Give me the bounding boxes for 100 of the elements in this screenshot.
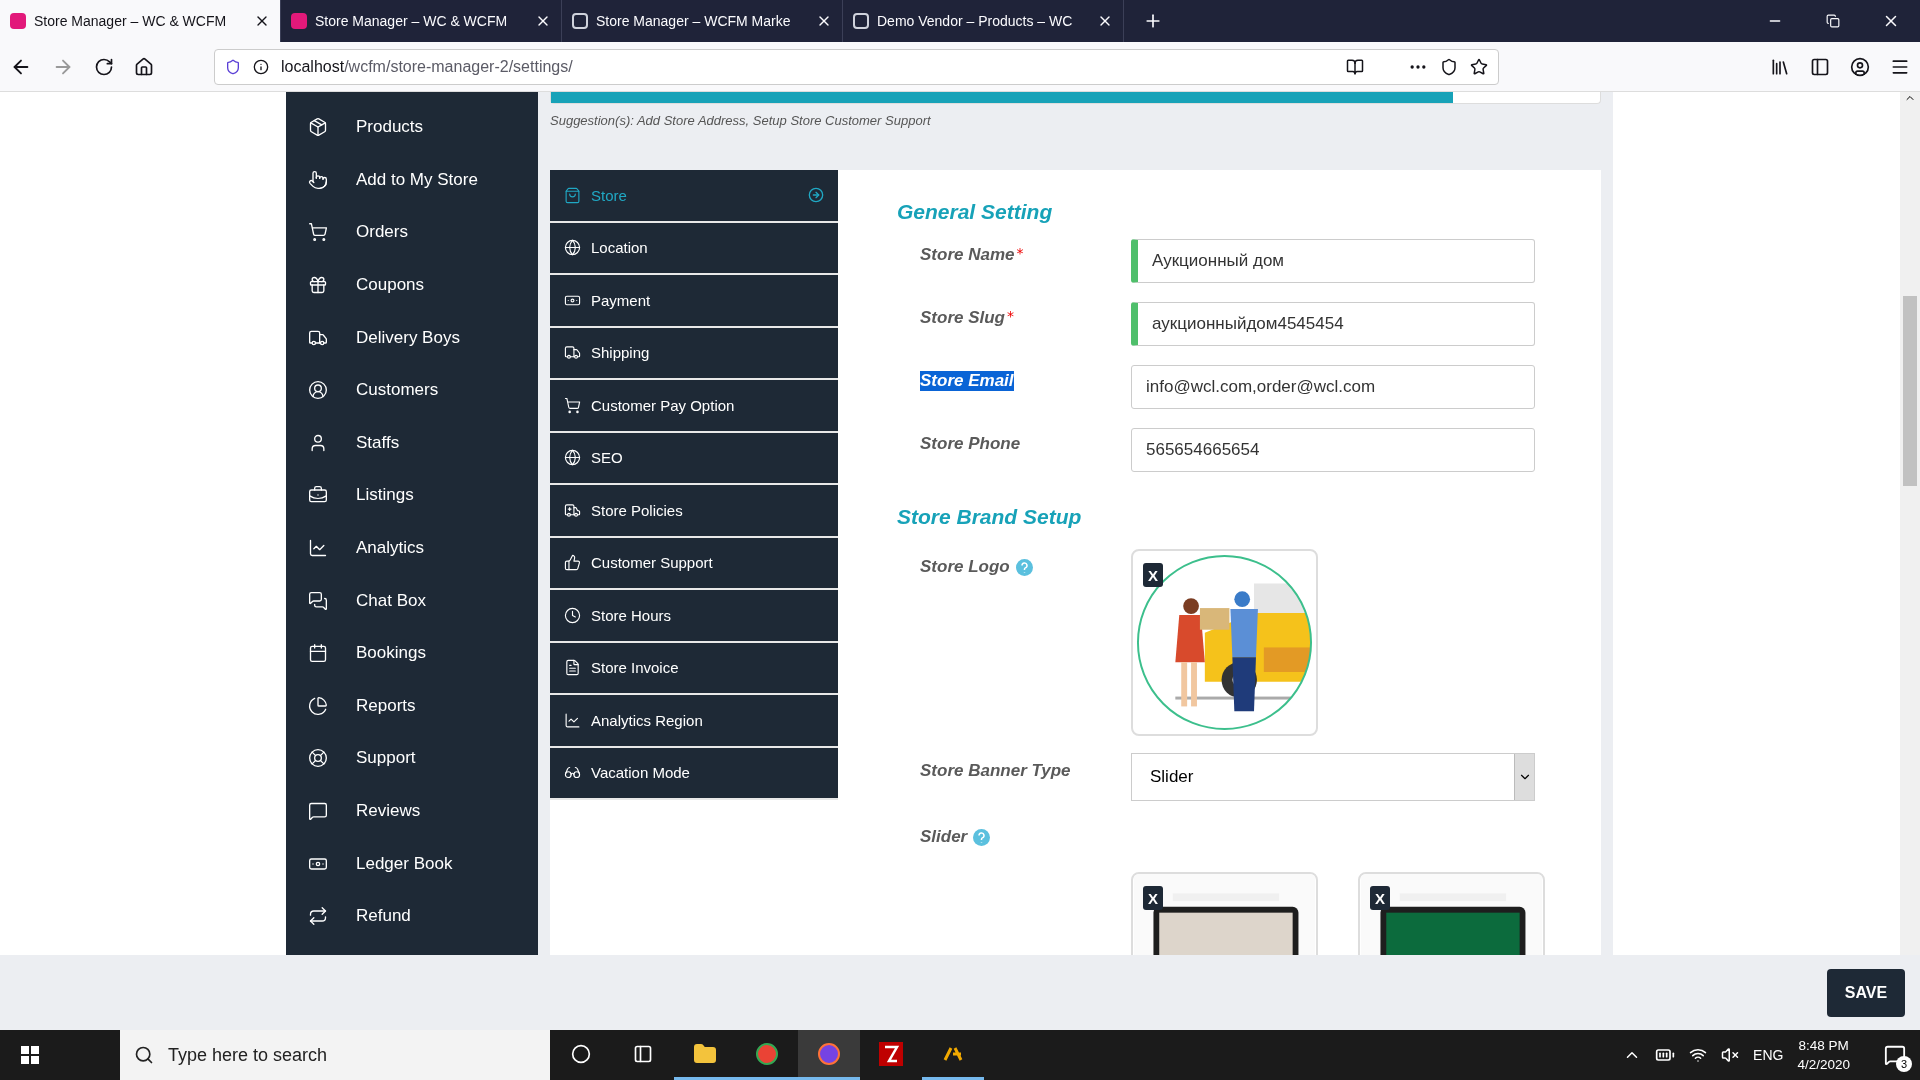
taskbar-search-field[interactable]: Type here to search (120, 1030, 550, 1080)
settings-menu-item[interactable]: SEO (550, 432, 838, 485)
folder-icon[interactable] (693, 1041, 717, 1066)
sidebar-item[interactable]: Support (286, 732, 538, 785)
bag-icon (564, 186, 581, 204)
text-field[interactable]: info@wcl.com,order@wcl.com (1131, 365, 1535, 409)
sidebar-item[interactable]: Ledger Book (286, 837, 538, 890)
scrollbar[interactable] (1900, 92, 1920, 955)
suggestion-text: Suggestion(s): Add Store Address, Setup Store Customer Support (550, 113, 932, 128)
address-bar[interactable]: localhost/wcfm/store-manager-2/settings/ (214, 48, 1499, 85)
sidebar-item[interactable]: Reports (286, 679, 538, 733)
sidebar-item[interactable]: Reviews (286, 784, 538, 838)
required-mark: * (1016, 245, 1024, 261)
task-view-icon[interactable] (633, 1043, 653, 1064)
sidebar-item[interactable]: Customers (286, 363, 538, 417)
remove-button[interactable]: X (1143, 886, 1163, 910)
settings-menu-item[interactable]: Customer Support (550, 537, 838, 590)
sidebar-item[interactable]: Delivery Boys (286, 311, 538, 364)
line-chart-icon (308, 538, 328, 559)
sidebar-item[interactable]: Products (286, 101, 538, 154)
comment-icon (308, 801, 328, 821)
settings-menu-item[interactable]: Store (550, 170, 838, 223)
settings-menu-item[interactable]: Location (550, 222, 838, 275)
user-circle-icon (308, 380, 328, 401)
sidebar-item[interactable]: Coupons (286, 258, 538, 312)
browser-tab[interactable]: Store Manager – WC & WCFM (0, 0, 281, 42)
line-chart-icon (564, 711, 581, 729)
field-label: Store Name (920, 245, 1015, 265)
globe-icon (564, 449, 581, 467)
site-logo-icon (291, 13, 307, 29)
text-field[interactable]: 565654665654 (1131, 428, 1535, 472)
logo-frame[interactable]: X (1131, 549, 1318, 736)
lifebuoy-icon (308, 748, 328, 769)
chat-icon (308, 590, 328, 611)
reload-icon[interactable] (94, 56, 114, 77)
info-icon[interactable] (253, 58, 269, 75)
cart-icon (308, 222, 328, 243)
clock-icon (564, 606, 581, 624)
clock[interactable]: 8:48 PM 4/2/2020 (1797, 1038, 1850, 1072)
sidebar-item[interactable]: Add to My Store (286, 153, 538, 207)
settings-menu-item[interactable]: Payment (550, 275, 838, 328)
reader-icon[interactable] (1346, 57, 1364, 76)
hand-pointer-icon (308, 169, 328, 190)
truck-icon (564, 344, 581, 362)
thumbs-up-icon (564, 554, 581, 572)
section-heading: Store Brand Setup (897, 505, 1083, 529)
page-icon (853, 13, 869, 29)
remove-button[interactable]: X (1370, 886, 1390, 910)
field-label: Store Banner Type (920, 761, 1071, 781)
settings-menu-item[interactable]: Store Policies (550, 485, 838, 538)
wifi-icon[interactable] (1689, 1046, 1708, 1064)
sidebar-item[interactable]: Refund (286, 889, 538, 943)
field-label: Store Slug (920, 308, 1005, 328)
ambulance-icon (564, 501, 581, 519)
mute-icon[interactable] (1721, 1046, 1740, 1064)
banner-type-select[interactable]: Slider (1131, 753, 1535, 801)
sidebar-item[interactable]: Chat Box (286, 574, 538, 627)
document-icon (564, 659, 581, 677)
pie-chart-icon (308, 695, 328, 716)
site-logo-icon (10, 13, 26, 29)
search-icon (134, 1045, 154, 1065)
settings-menu-item[interactable]: Store Invoice (550, 642, 838, 695)
home-icon[interactable] (134, 56, 154, 77)
scrollbar-thumb[interactable] (1903, 296, 1917, 486)
sidebar-icon[interactable] (1810, 56, 1830, 77)
globe-icon (564, 239, 581, 257)
text-field[interactable]: аукционныйдом4545454 (1131, 302, 1535, 346)
sidebar-item[interactable]: Orders (286, 206, 538, 259)
star-icon[interactable] (1470, 57, 1488, 76)
repeat-icon (308, 906, 328, 927)
sidebar-item[interactable]: Staffs (286, 416, 538, 470)
cube-icon (308, 117, 328, 138)
sidebar-item[interactable]: Analytics (286, 521, 538, 575)
notification-icon[interactable] (1884, 1044, 1906, 1066)
gift-icon (308, 275, 328, 296)
settings-menu-item[interactable]: Vacation Mode (550, 747, 838, 800)
settings-menu-item[interactable]: Analytics Region (550, 695, 838, 748)
settings-menu-item[interactable]: Customer Pay Option (550, 380, 838, 433)
field-label: Store Phone (920, 434, 1021, 454)
settings-menu-item[interactable]: Shipping (550, 327, 838, 380)
language-indicator[interactable]: ENG (1753, 1047, 1784, 1063)
sidebar-item[interactable]: Bookings (286, 626, 538, 680)
text-field[interactable]: Аукционный дом (1131, 239, 1535, 283)
account-icon[interactable] (1850, 56, 1870, 77)
url-text: localhost/wcfm/store-manager-2/settings/ (281, 57, 573, 76)
notification-count: 3 (1896, 1056, 1912, 1072)
sidebar-item[interactable]: Listings (286, 469, 538, 522)
settings-menu-item[interactable]: Store Hours (550, 590, 838, 643)
slider-image-frame[interactable]: X (1131, 872, 1318, 955)
restore-icon[interactable] (1826, 14, 1840, 28)
section-heading: General Setting (897, 200, 1054, 224)
required-mark: * (1007, 308, 1014, 324)
field-label: Slider (920, 827, 968, 847)
save-button[interactable]: SAVE (1827, 968, 1905, 1017)
page-icon (572, 13, 588, 29)
slider-image-frame[interactable]: X (1358, 872, 1545, 955)
remove-button[interactable]: X (1143, 563, 1163, 587)
field-label: Store Email (920, 371, 1014, 391)
field-label: Store Logo (920, 557, 1010, 577)
shield-icon[interactable] (225, 58, 241, 75)
